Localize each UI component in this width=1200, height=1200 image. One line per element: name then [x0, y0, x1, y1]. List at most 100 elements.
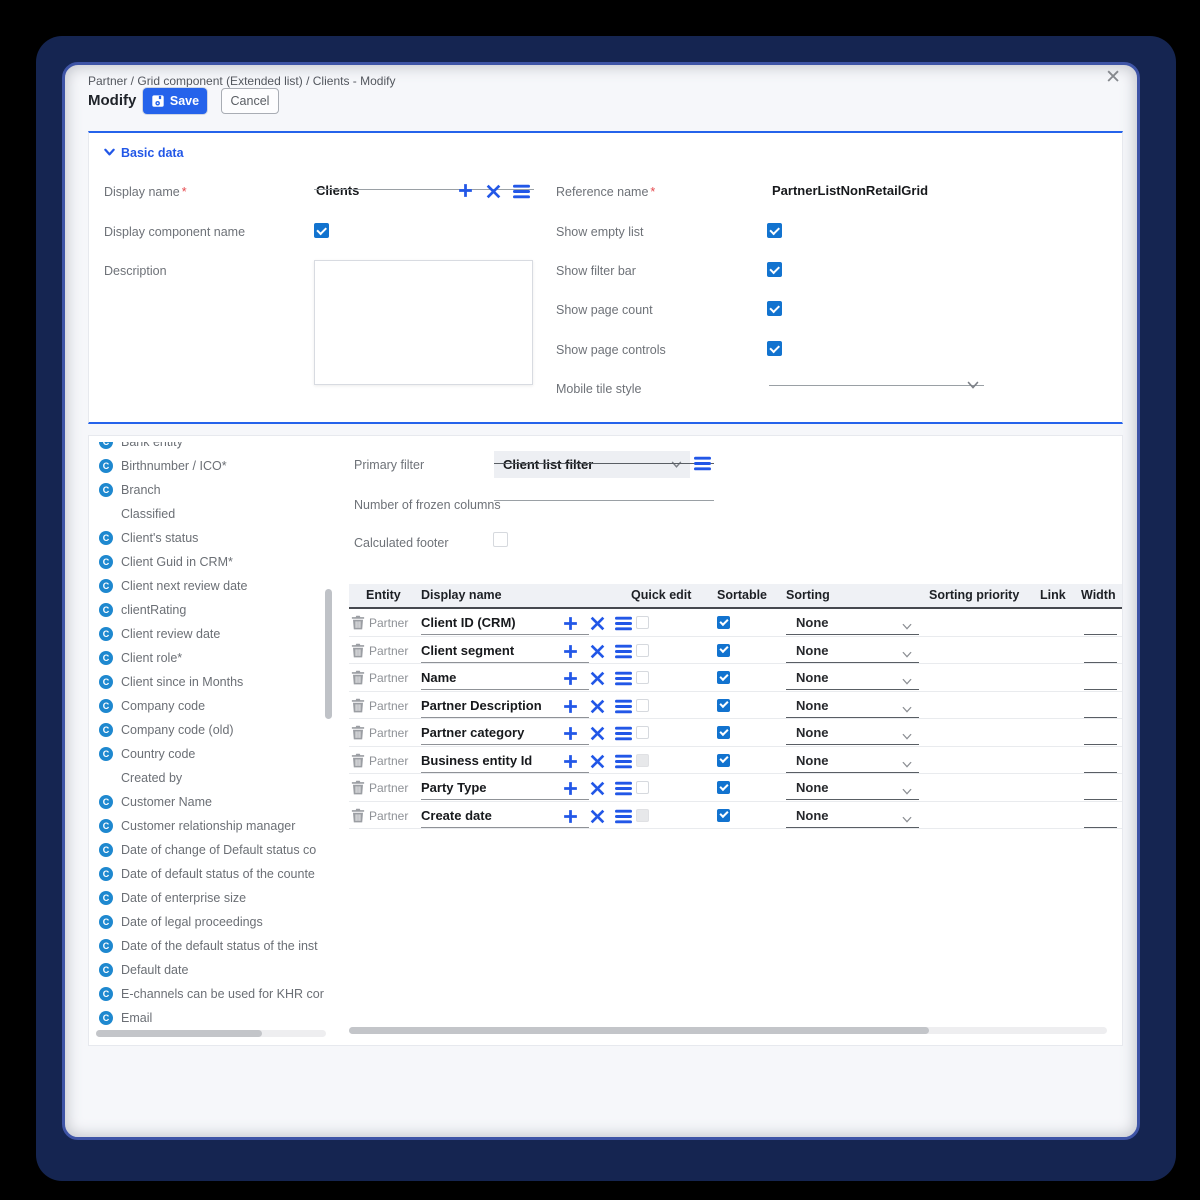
- display-name-input[interactable]: Clients: [316, 183, 359, 198]
- table-horizontal-scrollbar[interactable]: [349, 1027, 929, 1034]
- trash-icon[interactable]: [351, 780, 365, 795]
- add-icon[interactable]: [562, 615, 579, 632]
- sorting-select[interactable]: None: [796, 643, 829, 658]
- add-icon[interactable]: [562, 725, 579, 742]
- field-list-item[interactable]: C Birthnumber / ICO*: [99, 454, 330, 478]
- field-list-item[interactable]: C Company code: [99, 694, 330, 718]
- quick-edit-checkbox[interactable]: [636, 781, 649, 794]
- width-input[interactable]: [1084, 634, 1117, 635]
- menu-icon[interactable]: [615, 808, 632, 825]
- clear-icon[interactable]: [589, 808, 606, 825]
- width-input[interactable]: [1084, 689, 1117, 690]
- field-list-item[interactable]: C Customer relationship manager: [99, 814, 330, 838]
- display-name-input[interactable]: Create date: [421, 808, 492, 823]
- menu-icon[interactable]: [615, 780, 632, 797]
- clear-icon[interactable]: [589, 753, 606, 770]
- sorting-select[interactable]: None: [796, 725, 829, 740]
- menu-icon[interactable]: [615, 753, 632, 770]
- menu-icon[interactable]: [615, 643, 632, 660]
- sorting-select[interactable]: None: [796, 808, 829, 823]
- field-list-horizontal-scrollbar[interactable]: [96, 1030, 262, 1037]
- trash-icon[interactable]: [351, 698, 365, 713]
- quick-edit-checkbox[interactable]: [636, 726, 649, 739]
- show-page-controls-checkbox[interactable]: [767, 341, 782, 356]
- display-name-input[interactable]: Partner Description: [421, 698, 542, 713]
- width-input[interactable]: [1084, 772, 1117, 773]
- field-list-item[interactable]: C clientRating: [99, 598, 330, 622]
- quick-edit-checkbox[interactable]: [636, 754, 649, 767]
- trash-icon[interactable]: [351, 808, 365, 823]
- field-list-item[interactable]: C Created by: [99, 766, 330, 790]
- field-list-item[interactable]: C Client's status: [99, 526, 330, 550]
- cancel-button[interactable]: Cancel: [221, 88, 279, 114]
- display-component-name-checkbox[interactable]: [314, 223, 329, 238]
- frozen-columns-input[interactable]: [494, 500, 714, 501]
- sortable-checkbox[interactable]: [717, 781, 730, 794]
- field-list-item[interactable]: C Client review date: [99, 622, 330, 646]
- show-filter-bar-checkbox[interactable]: [767, 262, 782, 277]
- clear-icon[interactable]: [589, 615, 606, 632]
- add-icon[interactable]: [562, 780, 579, 797]
- width-input[interactable]: [1084, 744, 1117, 745]
- clear-icon[interactable]: [589, 643, 606, 660]
- sorting-select[interactable]: None: [796, 698, 829, 713]
- field-list-item[interactable]: C Client Guid in CRM*: [99, 550, 330, 574]
- primary-filter-select[interactable]: Client list filter: [494, 451, 690, 478]
- field-list-item[interactable]: C Default date: [99, 958, 330, 982]
- field-list-item[interactable]: C Client since in Months: [99, 670, 330, 694]
- show-page-count-checkbox[interactable]: [767, 301, 782, 316]
- sortable-checkbox[interactable]: [717, 754, 730, 767]
- mobile-tile-style-select[interactable]: [769, 385, 984, 386]
- width-input[interactable]: [1084, 717, 1117, 718]
- field-list-item[interactable]: C Date of enterprise size: [99, 886, 330, 910]
- sortable-checkbox[interactable]: [717, 809, 730, 822]
- field-list-item[interactable]: C E-channels can be used for KHR cor: [99, 982, 330, 1006]
- field-list-item[interactable]: C Date of change of Default status co: [99, 838, 330, 862]
- primary-filter-menu-icon[interactable]: [694, 455, 711, 472]
- add-icon[interactable]: [562, 698, 579, 715]
- trash-icon[interactable]: [351, 670, 365, 685]
- quick-edit-checkbox[interactable]: [636, 699, 649, 712]
- width-input[interactable]: [1084, 662, 1117, 663]
- field-list-item[interactable]: C Country code: [99, 742, 330, 766]
- add-icon[interactable]: [562, 753, 579, 770]
- display-name-input[interactable]: Name: [421, 670, 456, 685]
- field-list-item[interactable]: C Date of legal proceedings: [99, 910, 330, 934]
- sortable-checkbox[interactable]: [717, 644, 730, 657]
- quick-edit-checkbox[interactable]: [636, 671, 649, 684]
- show-empty-list-checkbox[interactable]: [767, 223, 782, 238]
- field-list-item[interactable]: C Bank entity: [99, 442, 330, 454]
- display-name-input[interactable]: Partner category: [421, 725, 524, 740]
- field-list-item[interactable]: C Customer Name: [99, 790, 330, 814]
- sortable-checkbox[interactable]: [717, 726, 730, 739]
- menu-icon[interactable]: [615, 615, 632, 632]
- trash-icon[interactable]: [351, 725, 365, 740]
- clear-icon[interactable]: [485, 183, 502, 200]
- field-list-vertical-scrollbar[interactable]: [325, 589, 332, 719]
- field-list-item[interactable]: C Branch: [99, 478, 330, 502]
- description-textarea[interactable]: [314, 260, 533, 385]
- width-input[interactable]: [1084, 799, 1117, 800]
- clear-icon[interactable]: [589, 670, 606, 687]
- save-button[interactable]: Save: [143, 88, 207, 114]
- calculated-footer-checkbox[interactable]: [493, 532, 508, 547]
- field-list-item[interactable]: C Company code (old): [99, 718, 330, 742]
- sortable-checkbox[interactable]: [717, 671, 730, 684]
- field-list-item[interactable]: C Classified: [99, 502, 330, 526]
- quick-edit-checkbox[interactable]: [636, 616, 649, 629]
- field-list-item[interactable]: C Email: [99, 1006, 330, 1030]
- add-icon[interactable]: [562, 670, 579, 687]
- display-name-input[interactable]: Client ID (CRM): [421, 615, 516, 630]
- menu-icon[interactable]: [615, 725, 632, 742]
- field-list-item[interactable]: C Client role*: [99, 646, 330, 670]
- basic-data-section-toggle[interactable]: Basic data: [104, 146, 184, 160]
- trash-icon[interactable]: [351, 615, 365, 630]
- sorting-select[interactable]: None: [796, 615, 829, 630]
- sortable-checkbox[interactable]: [717, 699, 730, 712]
- clear-icon[interactable]: [589, 725, 606, 742]
- sorting-select[interactable]: None: [796, 670, 829, 685]
- trash-icon[interactable]: [351, 643, 365, 658]
- quick-edit-checkbox[interactable]: [636, 809, 649, 822]
- add-icon[interactable]: [457, 182, 474, 199]
- clear-icon[interactable]: [589, 698, 606, 715]
